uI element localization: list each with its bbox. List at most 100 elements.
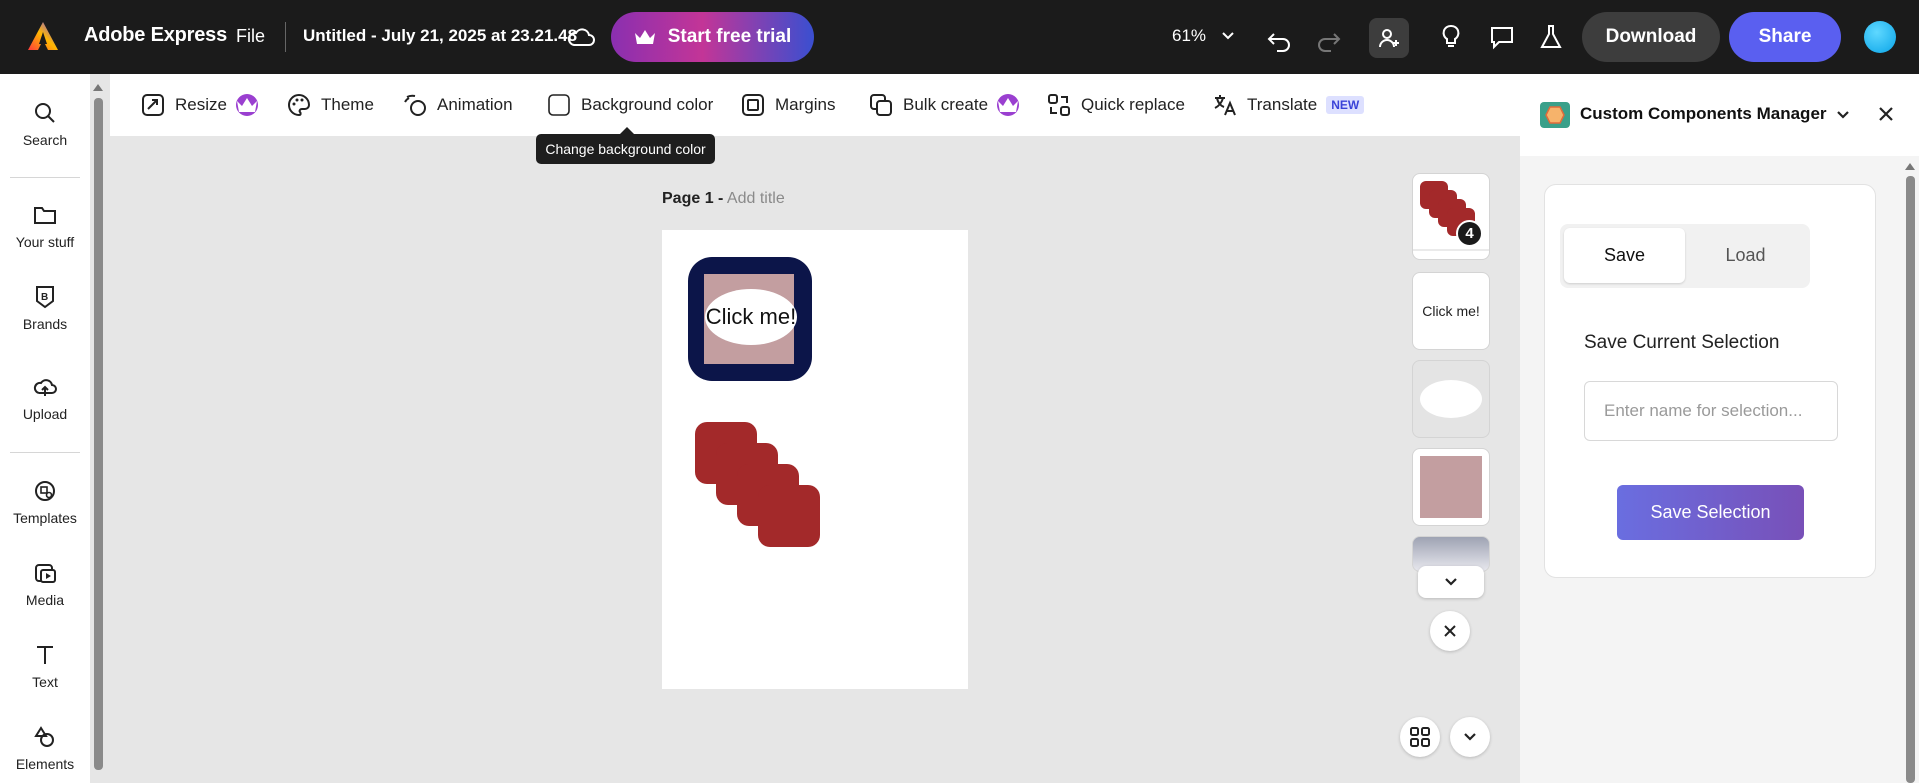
- page-label: Page 1 - Add title: [662, 190, 785, 208]
- crown-icon: [634, 30, 655, 44]
- layer-thumb-text[interactable]: Click me!: [1412, 272, 1490, 350]
- upload-cloud-icon: [33, 379, 57, 396]
- rail-your-stuff[interactable]: Your stuff: [0, 202, 90, 250]
- grid-icon: [1410, 727, 1430, 747]
- rail-label-upload: Upload: [22, 406, 68, 422]
- rail-elements[interactable]: Elements: [0, 724, 90, 772]
- button-text[interactable]: Click me!: [706, 304, 796, 330]
- new-badge: NEW: [1326, 96, 1365, 114]
- click-me-button-component[interactable]: Click me!: [688, 257, 812, 381]
- animation-label: Animation: [437, 95, 513, 114]
- ellipse-preview: [1420, 380, 1482, 418]
- download-button[interactable]: Download: [1582, 12, 1720, 62]
- share-button[interactable]: Share: [1729, 12, 1841, 62]
- search-icon: [35, 103, 55, 123]
- background-color-tool[interactable]: Background color: [546, 92, 713, 118]
- chevron-down-icon[interactable]: [1835, 107, 1851, 128]
- add-title-field[interactable]: Add title: [727, 190, 785, 207]
- button-ellipse-shape[interactable]: Click me!: [705, 289, 797, 345]
- media-icon: [35, 564, 56, 583]
- rail-label-your-stuff: Your stuff: [15, 234, 75, 250]
- rail-divider: [10, 177, 80, 178]
- theme-tool[interactable]: Theme: [286, 92, 374, 118]
- rail-text[interactable]: Text: [0, 642, 90, 690]
- divider: [285, 22, 286, 52]
- quick-replace-tool[interactable]: Quick replace: [1046, 92, 1185, 118]
- margins-label: Margins: [775, 95, 836, 114]
- animation-tool[interactable]: Animation: [402, 92, 513, 118]
- avatar[interactable]: [1864, 21, 1896, 53]
- scroll-up-arrow-icon[interactable]: [93, 84, 103, 91]
- tab-save[interactable]: Save: [1564, 228, 1685, 283]
- color-swatch-icon: [548, 94, 570, 116]
- save-load-toggle: Save Load: [1560, 224, 1810, 288]
- app-name: Adobe Express: [84, 24, 228, 46]
- rail-media[interactable]: Media: [0, 560, 90, 608]
- pages-collapse-button[interactable]: [1450, 717, 1490, 757]
- layer-thumb-group[interactable]: [1412, 173, 1490, 260]
- rail-label-brands: Brands: [22, 316, 68, 332]
- translate-tool[interactable]: Translate NEW: [1212, 92, 1365, 118]
- section-title: Save Current Selection: [1584, 332, 1780, 353]
- comment-icon[interactable]: [1485, 20, 1519, 54]
- resize-tool[interactable]: Resize: [140, 92, 258, 118]
- rail-search[interactable]: Search: [0, 100, 90, 148]
- bulk-create-icon: [870, 94, 892, 116]
- rail-label-text: Text: [32, 674, 58, 690]
- trial-label: Start free trial: [667, 26, 792, 47]
- quick-replace-icon: [1048, 94, 1070, 116]
- brand-icon: B: [36, 286, 54, 309]
- redo-icon[interactable]: [1312, 23, 1346, 57]
- translate-label: Translate: [1247, 95, 1318, 114]
- premium-crown-icon: [235, 94, 258, 116]
- flask-icon[interactable]: [1534, 20, 1568, 54]
- panel-scrollbar[interactable]: [1905, 160, 1915, 783]
- lightbulb-icon[interactable]: [1434, 20, 1468, 54]
- rail-label-media: Media: [25, 592, 65, 608]
- cloud-sync-icon[interactable]: [566, 24, 596, 50]
- rail-divider: [10, 452, 80, 453]
- file-menu[interactable]: File: [236, 26, 265, 47]
- scroll-up-arrow-icon[interactable]: [1905, 163, 1915, 170]
- bulk-create-label: Bulk create: [903, 95, 989, 114]
- close-icon: [1444, 625, 1456, 637]
- scroll-thumb[interactable]: [1906, 176, 1915, 783]
- layers-expand-button[interactable]: [1418, 566, 1484, 598]
- tab-load[interactable]: Load: [1685, 228, 1806, 283]
- rail-brands[interactable]: B Brands: [0, 284, 90, 332]
- margins-tool[interactable]: Margins: [740, 92, 835, 118]
- rail-upload[interactable]: Upload: [0, 374, 90, 422]
- resize-icon: [142, 94, 164, 116]
- red-shape-4[interactable]: [758, 485, 820, 547]
- adobe-express-logo[interactable]: [26, 20, 60, 54]
- grid-view-button[interactable]: [1400, 717, 1440, 757]
- left-rail-scrollbar[interactable]: [93, 84, 103, 774]
- chevron-down-icon[interactable]: [1220, 28, 1236, 44]
- start-free-trial-button[interactable]: Start free trial: [611, 12, 814, 62]
- layer-thumb-square[interactable]: [1412, 448, 1490, 526]
- invite-user-icon[interactable]: [1369, 18, 1409, 58]
- translate-icon: [1214, 95, 1236, 116]
- custom-components-panel: Custom Components Manager Save Load Save…: [1520, 74, 1919, 783]
- layer-thumb-ellipse[interactable]: [1412, 360, 1490, 438]
- document-title[interactable]: Untitled - July 21, 2025 at 23.21.48: [303, 26, 577, 46]
- background-color-label: Background color: [581, 95, 714, 114]
- save-selection-button[interactable]: Save Selection: [1617, 485, 1804, 540]
- rail-templates[interactable]: Templates: [0, 478, 90, 526]
- zoom-level[interactable]: 61%: [1172, 26, 1206, 46]
- svg-text:B: B: [41, 292, 48, 303]
- quick-replace-label: Quick replace: [1081, 95, 1185, 114]
- margins-icon: [742, 94, 764, 116]
- close-icon[interactable]: [1876, 104, 1896, 129]
- background-color-tooltip: Change background color: [536, 127, 715, 164]
- close-layers-button[interactable]: [1430, 611, 1470, 651]
- chevron-down-icon: [1464, 733, 1476, 741]
- selection-name-input[interactable]: [1584, 381, 1838, 441]
- undo-icon[interactable]: [1262, 23, 1296, 57]
- square-preview: [1420, 456, 1482, 518]
- rail-label-search: Search: [22, 132, 68, 148]
- bulk-create-tool[interactable]: Bulk create: [868, 92, 1020, 118]
- group-preview-icon: [1413, 181, 1489, 251]
- scroll-thumb[interactable]: [94, 98, 103, 770]
- text-icon: [37, 646, 53, 664]
